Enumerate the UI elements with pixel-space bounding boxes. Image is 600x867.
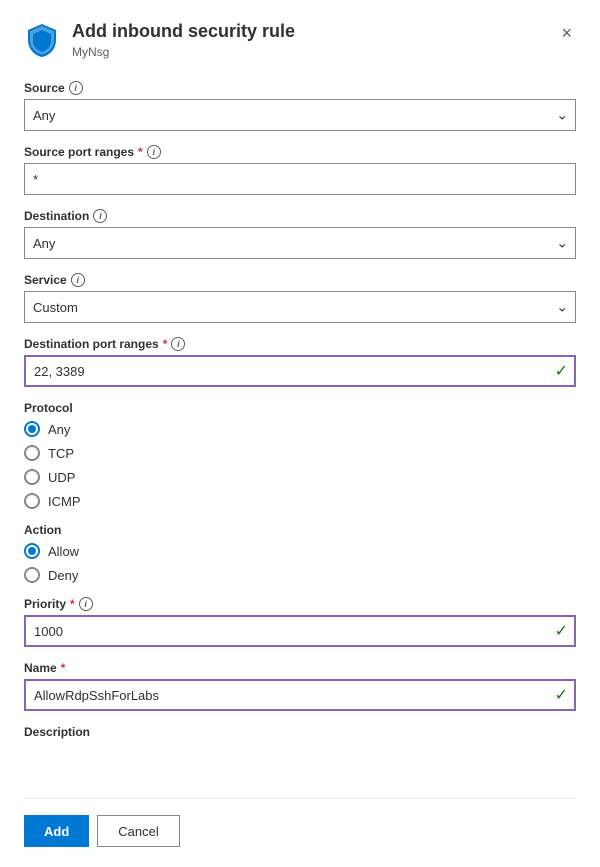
action-section: Action Allow Deny — [24, 523, 576, 583]
panel-title: Add inbound security rule — [72, 20, 295, 43]
action-label: Action — [24, 523, 576, 537]
service-info-icon[interactable]: i — [71, 273, 85, 287]
priority-label: Priority * i — [24, 597, 576, 611]
protocol-icmp-label: ICMP — [48, 494, 81, 509]
dest-port-info-icon[interactable]: i — [171, 337, 185, 351]
source-select[interactable]: Any IP Addresses Service Tag Application… — [24, 99, 576, 131]
dest-port-required: * — [163, 337, 168, 351]
action-radio-group: Allow Deny — [24, 543, 576, 583]
description-label: Description — [24, 725, 576, 739]
source-select-wrapper: Any IP Addresses Service Tag Application… — [24, 99, 576, 131]
protocol-icmp-radio — [24, 493, 40, 509]
panel-header: Add inbound security rule MyNsg × — [24, 20, 576, 59]
protocol-tcp-label: TCP — [48, 446, 74, 461]
name-input-wrapper: ✓ — [24, 679, 576, 711]
protocol-icmp-item[interactable]: ICMP — [24, 493, 576, 509]
description-section: Description — [24, 725, 576, 743]
priority-info-icon[interactable]: i — [79, 597, 93, 611]
footer-buttons: Add Cancel — [24, 798, 576, 847]
name-label: Name * — [24, 661, 576, 675]
service-select-wrapper: Custom HTTP HTTPS SSH RDP ⌄ — [24, 291, 576, 323]
action-deny-item[interactable]: Deny — [24, 567, 576, 583]
protocol-tcp-item[interactable]: TCP — [24, 445, 576, 461]
destination-info-icon[interactable]: i — [93, 209, 107, 223]
priority-check-icon: ✓ — [555, 621, 568, 641]
protocol-any-label: Any — [48, 422, 70, 437]
service-label: Service i — [24, 273, 576, 287]
panel-subtitle: MyNsg — [72, 45, 295, 59]
title-group: Add inbound security rule MyNsg — [24, 20, 295, 59]
protocol-tcp-radio — [24, 445, 40, 461]
dest-port-input-wrapper: ✓ — [24, 355, 576, 387]
source-section: Source i Any IP Addresses Service Tag Ap… — [24, 81, 576, 131]
protocol-label: Protocol — [24, 401, 576, 415]
source-port-info-icon[interactable]: i — [147, 145, 161, 159]
action-deny-label: Deny — [48, 568, 78, 583]
protocol-any-radio — [24, 421, 40, 437]
priority-input-wrapper: ✓ — [24, 615, 576, 647]
priority-input[interactable] — [24, 615, 576, 647]
destination-select[interactable]: Any IP Addresses Service Tag Application… — [24, 227, 576, 259]
service-section: Service i Custom HTTP HTTPS SSH RDP ⌄ — [24, 273, 576, 323]
name-required: * — [61, 661, 66, 675]
title-text: Add inbound security rule MyNsg — [72, 20, 295, 59]
protocol-radio-group: Any TCP UDP ICMP — [24, 421, 576, 509]
source-info-icon[interactable]: i — [69, 81, 83, 95]
cancel-button[interactable]: Cancel — [97, 815, 179, 847]
protocol-section: Protocol Any TCP UDP ICMP — [24, 401, 576, 509]
priority-section: Priority * i ✓ — [24, 597, 576, 647]
action-allow-radio — [24, 543, 40, 559]
protocol-udp-item[interactable]: UDP — [24, 469, 576, 485]
service-select[interactable]: Custom HTTP HTTPS SSH RDP — [24, 291, 576, 323]
dest-port-label: Destination port ranges * i — [24, 337, 576, 351]
source-port-required: * — [138, 145, 143, 159]
protocol-udp-radio — [24, 469, 40, 485]
priority-required: * — [70, 597, 75, 611]
name-check-icon: ✓ — [555, 685, 568, 705]
action-allow-item[interactable]: Allow — [24, 543, 576, 559]
source-port-input[interactable] — [24, 163, 576, 195]
source-port-ranges-section: Source port ranges * i — [24, 145, 576, 195]
dest-port-input[interactable] — [24, 355, 576, 387]
dest-port-check-icon: ✓ — [555, 361, 568, 381]
protocol-any-item[interactable]: Any — [24, 421, 576, 437]
action-allow-label: Allow — [48, 544, 79, 559]
destination-label: Destination i — [24, 209, 576, 223]
action-deny-radio — [24, 567, 40, 583]
source-label: Source i — [24, 81, 576, 95]
dest-port-section: Destination port ranges * i ✓ — [24, 337, 576, 387]
add-button[interactable]: Add — [24, 815, 89, 847]
destination-section: Destination i Any IP Addresses Service T… — [24, 209, 576, 259]
close-button[interactable]: × — [557, 20, 576, 46]
add-inbound-rule-panel: Add inbound security rule MyNsg × Source… — [0, 0, 600, 867]
destination-select-wrapper: Any IP Addresses Service Tag Application… — [24, 227, 576, 259]
shield-icon — [24, 22, 60, 58]
source-port-input-wrapper — [24, 163, 576, 195]
name-section: Name * ✓ — [24, 661, 576, 711]
name-input[interactable] — [24, 679, 576, 711]
source-port-label: Source port ranges * i — [24, 145, 576, 159]
protocol-udp-label: UDP — [48, 470, 75, 485]
